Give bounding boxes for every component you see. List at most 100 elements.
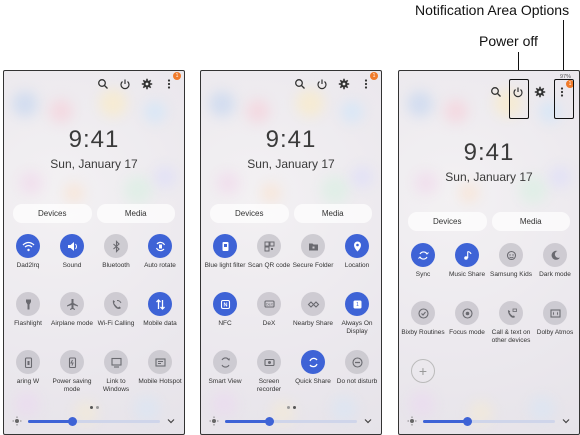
gear-icon[interactable] [533, 85, 547, 99]
segment-row: Devices Media [408, 212, 570, 231]
tile-auto-rotate[interactable]: Auto rotate [138, 234, 182, 278]
brightness-track[interactable] [225, 416, 357, 426]
tile-label: Screen recorder [256, 378, 282, 393]
tile-music-share[interactable]: Music Share [445, 243, 489, 287]
tile-call-text-on-other-devices[interactable]: Call & text on other devices [489, 301, 533, 345]
tile-airplane-mode[interactable]: Airplane mode [50, 292, 94, 336]
tile-bluetooth[interactable]: Bluetooth [94, 234, 138, 278]
search-icon[interactable] [96, 77, 110, 91]
tile-sound[interactable]: Sound [50, 234, 94, 278]
chevron-down-icon[interactable] [363, 416, 373, 426]
call-text-icon [499, 301, 523, 325]
tile-label: Mobile Hotspot [138, 378, 182, 385]
tile-aring-w[interactable]: aring W [6, 350, 50, 394]
tile-label: Blue light filter [204, 262, 246, 269]
tile-dolby-atmos[interactable]: Dolby Atmos [533, 301, 577, 345]
search-icon[interactable] [293, 77, 307, 91]
tile-label: Call & text on other devices [491, 329, 531, 344]
media-button[interactable]: Media [96, 204, 175, 223]
brightness-track[interactable] [423, 416, 555, 426]
tile-link-to-windows[interactable]: Link to Windows [94, 350, 138, 394]
quick-panel-page-3: 97% 1 9:41 Sun, January 17 Devices Media … [398, 70, 580, 435]
brightness-fill [423, 419, 467, 423]
plus-icon: + [411, 359, 435, 383]
tile-mobile-data[interactable]: Mobile data [138, 292, 182, 336]
clock-time: 9:41 [68, 126, 120, 153]
devices-button[interactable]: Devices [13, 204, 92, 223]
tile-label: Do not disturb [336, 378, 378, 385]
tile-wi-fi-calling[interactable]: Wi-Fi Calling [94, 292, 138, 336]
gear-icon[interactable] [337, 77, 351, 91]
tile-screen-recorder[interactable]: Screen recorder [247, 350, 291, 394]
wallpaper-blob [296, 89, 324, 117]
wallpaper-blob [444, 99, 468, 123]
quick-panel-page-1: 1 9:41 Sun, January 17 Devices Media Dad2… [3, 70, 185, 435]
brightness-fill [28, 419, 72, 423]
quick-settings-grid: Dad2lrq Sound Bluetooth Auto rotate Flas… [6, 234, 182, 394]
more-options-icon[interactable]: 1 [162, 72, 181, 91]
tile-location[interactable]: Location [335, 234, 379, 278]
tile-nearby-share[interactable]: Nearby Share [291, 292, 335, 336]
gear-icon[interactable] [140, 77, 154, 91]
callout-notification-options: Notification Area Options [415, 2, 570, 18]
more-options-icon[interactable]: 1 [359, 72, 378, 91]
tile-scan-qr-code[interactable]: Scan QR code [247, 234, 291, 278]
sun-icon [209, 416, 219, 426]
tile-do-not-disturb[interactable]: Do not disturb [335, 350, 379, 394]
media-button[interactable]: Media [491, 212, 570, 231]
add-tile-button[interactable]: + [401, 359, 445, 383]
tile-secure-folder[interactable]: Secure Folder [291, 234, 335, 278]
brightness-knob[interactable] [462, 416, 472, 426]
brightness-knob[interactable] [67, 416, 77, 426]
wallpaper-blob [124, 176, 152, 204]
chevron-down-icon[interactable] [561, 416, 571, 426]
tile-focus-mode[interactable]: Focus mode [445, 301, 489, 345]
tile-samsung-kids[interactable]: Samsung Kids [489, 243, 533, 287]
tile-label: Wi-Fi Calling [97, 320, 135, 327]
tile-sync[interactable]: Sync [401, 243, 445, 287]
tile-nfc[interactable]: N NFC [203, 292, 247, 336]
tile-bixby-routines[interactable]: Bixby Routines [401, 301, 445, 345]
page-dot [286, 406, 290, 409]
tile-always-on-display[interactable]: 1 Always On Display [335, 292, 379, 336]
devices-button[interactable]: Devices [210, 204, 289, 223]
page-dot [95, 406, 99, 409]
tile-smart-view[interactable]: Smart View [203, 350, 247, 394]
tile-quick-share[interactable]: Quick Share [291, 350, 335, 394]
power-icon[interactable] [315, 77, 329, 91]
tile-blue-light-filter[interactable]: Blue light filter [203, 234, 247, 278]
media-button[interactable]: Media [293, 204, 372, 223]
tile-dad2lrq[interactable]: Dad2lrq [6, 234, 50, 278]
devices-button[interactable]: Devices [408, 212, 487, 231]
brightness-knob[interactable] [264, 416, 274, 426]
always-on-display-icon: 1 [345, 292, 369, 316]
focus-mode-icon [455, 301, 479, 325]
tile-dex[interactable]: DeX DeX [247, 292, 291, 336]
tile-label: Smart View [208, 378, 242, 385]
wallpaper-blob [261, 183, 281, 203]
search-icon[interactable] [489, 85, 503, 99]
tile-dark-mode[interactable]: Dark mode [533, 243, 577, 287]
brightness-slider[interactable] [12, 414, 176, 428]
brightness-slider[interactable] [407, 414, 571, 428]
tile-power-saving-mode[interactable]: Power saving mode [50, 350, 94, 394]
wallpaper-blob [99, 89, 127, 117]
tile-label: Dad2lrq [16, 262, 40, 269]
tile-mobile-hotspot[interactable]: Mobile Hotspot [138, 350, 182, 394]
tile-label: Focus mode [449, 329, 485, 336]
nearby-share-icon [301, 292, 325, 316]
chevron-down-icon[interactable] [166, 416, 176, 426]
tile-label: Samsung Kids [490, 271, 532, 278]
tile-label: Dolby Atmos [536, 329, 574, 336]
quick-settings-grid: Sync Music Share Samsung Kids Dark mode … [401, 243, 577, 383]
brightness-track[interactable] [28, 416, 160, 426]
tile-flashlight[interactable]: Flashlight [6, 292, 50, 336]
tile-label: Scan QR code [247, 262, 291, 269]
power-icon[interactable] [118, 77, 132, 91]
auto-rotate-icon [148, 234, 172, 258]
dark-mode-icon [543, 243, 567, 267]
options-highlight [554, 79, 574, 119]
brightness-slider[interactable] [209, 414, 373, 428]
clock-time: 9:41 [463, 139, 515, 166]
bluetooth-icon [104, 234, 128, 258]
